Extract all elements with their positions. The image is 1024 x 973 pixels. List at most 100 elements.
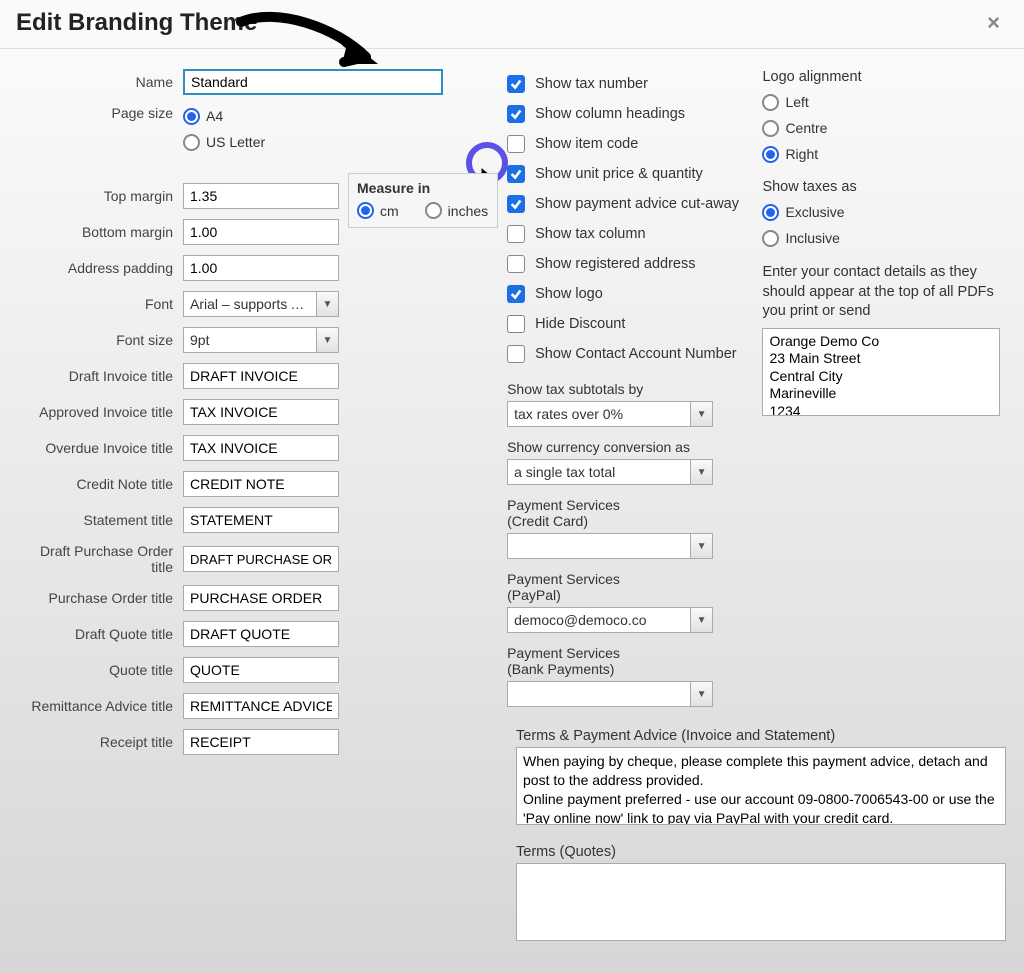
- terms-invoice-label: Terms & Payment Advice (Invoice and Stat…: [516, 728, 1006, 744]
- draft-quote-input[interactable]: [183, 621, 339, 647]
- taxes-inclusive-option[interactable]: Inclusive: [762, 227, 1006, 249]
- receipt-input[interactable]: [183, 729, 339, 755]
- hide-discount-label: Hide Discount: [535, 316, 625, 332]
- page-size-label: Page size: [18, 105, 183, 121]
- show-item-code-checkbox[interactable]: Show item code: [507, 129, 762, 159]
- chevron-down-icon: ▼: [316, 292, 338, 316]
- measure-in-panel: Measure in cm inches: [348, 173, 498, 228]
- approved-invoice-input[interactable]: [183, 399, 339, 425]
- contact-details-help: Enter your contact details as they shoul…: [762, 263, 1006, 322]
- credit-note-input[interactable]: [183, 471, 339, 497]
- payment-services-bp-select[interactable]: ▼: [507, 681, 713, 707]
- terms-invoice-input[interactable]: [516, 747, 1006, 825]
- address-padding-input[interactable]: [183, 255, 339, 281]
- chevron-down-icon: ▼: [690, 460, 712, 484]
- show-column-headings-label: Show column headings: [535, 106, 685, 122]
- hide-discount-checkbox[interactable]: Hide Discount: [507, 309, 762, 339]
- overdue-invoice-input[interactable]: [183, 435, 339, 461]
- draft-invoice-label: Draft Invoice title: [18, 368, 183, 384]
- draft-po-input[interactable]: [183, 546, 339, 572]
- font-size-select[interactable]: 9pt ▼: [183, 327, 339, 353]
- show-payment-advice-label: Show payment advice cut-away: [535, 196, 739, 212]
- logo-left-label: Left: [785, 94, 808, 110]
- taxes-exclusive-option[interactable]: Exclusive: [762, 201, 1006, 223]
- page-size-us-option[interactable]: US Letter: [183, 131, 265, 153]
- show-registered-address-checkbox[interactable]: Show registered address: [507, 249, 762, 279]
- po-input[interactable]: [183, 585, 339, 611]
- currency-conversion-label: Show currency conversion as: [507, 439, 762, 455]
- terms-section: Terms & Payment Advice (Invoice and Stat…: [516, 728, 1006, 944]
- chevron-down-icon: ▼: [690, 402, 712, 426]
- show-contact-account-label: Show Contact Account Number: [535, 346, 737, 362]
- left-column: Name Page size A4 US Letter: [18, 69, 507, 765]
- show-unit-price-checkbox[interactable]: Show unit price & quantity: [507, 159, 762, 189]
- right-column: Logo alignment Left Centre Right Show ta…: [762, 69, 1006, 765]
- top-margin-label: Top margin: [18, 188, 183, 204]
- show-column-headings-checkbox[interactable]: Show column headings: [507, 99, 762, 129]
- payment-services-pp-select[interactable]: democo@democo.co ▼: [507, 607, 713, 633]
- credit-note-label: Credit Note title: [18, 476, 183, 492]
- tax-subtotals-label: Show tax subtotals by: [507, 381, 762, 397]
- chevron-down-icon: ▼: [316, 328, 338, 352]
- chevron-down-icon: ▼: [690, 608, 712, 632]
- show-tax-number-label: Show tax number: [535, 76, 648, 92]
- tax-subtotals-value: tax rates over 0%: [508, 406, 690, 422]
- tax-subtotals-select[interactable]: tax rates over 0% ▼: [507, 401, 713, 427]
- payment-services-bp-label: Payment Services (Bank Payments): [507, 645, 762, 677]
- contact-details-input[interactable]: [762, 328, 1000, 416]
- remittance-input[interactable]: [183, 693, 339, 719]
- draft-po-label: Draft Purchase Order title: [18, 543, 183, 575]
- logo-left-option[interactable]: Left: [762, 91, 1006, 113]
- font-select-value: Arial – supports Asian l: [184, 296, 316, 312]
- chevron-down-icon: ▼: [690, 682, 712, 706]
- bottom-margin-label: Bottom margin: [18, 224, 183, 240]
- show-contact-account-checkbox[interactable]: Show Contact Account Number: [507, 339, 762, 369]
- payment-services-cc-select[interactable]: ▼: [507, 533, 713, 559]
- show-logo-checkbox[interactable]: Show logo: [507, 279, 762, 309]
- approved-invoice-label: Approved Invoice title: [18, 404, 183, 420]
- measure-inches-label: inches: [448, 203, 488, 219]
- logo-centre-option[interactable]: Centre: [762, 117, 1006, 139]
- chevron-down-icon: ▼: [690, 534, 712, 558]
- name-input[interactable]: [183, 69, 443, 95]
- font-select[interactable]: Arial – supports Asian l ▼: [183, 291, 339, 317]
- middle-column: Show tax number Show column headings Sho…: [507, 69, 762, 765]
- top-margin-input[interactable]: [183, 183, 339, 209]
- logo-centre-label: Centre: [785, 120, 827, 136]
- measure-cm-label: cm: [380, 203, 399, 219]
- dialog-header: Edit Branding Theme ×: [0, 0, 1024, 49]
- remittance-label: Remittance Advice title: [18, 698, 183, 714]
- show-taxes-as-label: Show taxes as: [762, 179, 1006, 195]
- show-tax-column-label: Show tax column: [535, 226, 645, 242]
- currency-conversion-select[interactable]: a single tax total ▼: [507, 459, 713, 485]
- page-size-a4-option[interactable]: A4: [183, 105, 265, 127]
- font-size-select-value: 9pt: [184, 332, 316, 348]
- terms-quotes-input[interactable]: [516, 863, 1006, 941]
- address-padding-label: Address padding: [18, 260, 183, 276]
- show-tax-number-checkbox[interactable]: Show tax number: [507, 69, 762, 99]
- show-payment-advice-checkbox[interactable]: Show payment advice cut-away: [507, 189, 762, 219]
- payment-services-cc-label: Payment Services (Credit Card): [507, 497, 762, 529]
- draft-invoice-input[interactable]: [183, 363, 339, 389]
- font-size-label: Font size: [18, 332, 183, 348]
- quote-label: Quote title: [18, 662, 183, 678]
- draft-quote-label: Draft Quote title: [18, 626, 183, 642]
- logo-right-label: Right: [785, 146, 818, 162]
- measure-inches-option[interactable]: [425, 202, 442, 219]
- logo-alignment-label: Logo alignment: [762, 69, 1006, 85]
- statement-input[interactable]: [183, 507, 339, 533]
- measure-cm-option[interactable]: [357, 202, 374, 219]
- quote-input[interactable]: [183, 657, 339, 683]
- logo-right-option[interactable]: Right: [762, 143, 1006, 165]
- show-tax-column-checkbox[interactable]: Show tax column: [507, 219, 762, 249]
- dialog-title: Edit Branding Theme: [16, 9, 257, 37]
- payment-services-pp-label: Payment Services (PayPal): [507, 571, 762, 603]
- currency-conversion-value: a single tax total: [508, 464, 690, 480]
- page-size-us-label: US Letter: [206, 134, 265, 150]
- edit-branding-theme-dialog: Edit Branding Theme × Name Page size A4: [0, 0, 1024, 785]
- bottom-margin-input[interactable]: [183, 219, 339, 245]
- close-button[interactable]: ×: [979, 6, 1008, 40]
- show-unit-price-label: Show unit price & quantity: [535, 166, 703, 182]
- terms-quotes-label: Terms (Quotes): [516, 844, 1006, 860]
- show-registered-address-label: Show registered address: [535, 256, 695, 272]
